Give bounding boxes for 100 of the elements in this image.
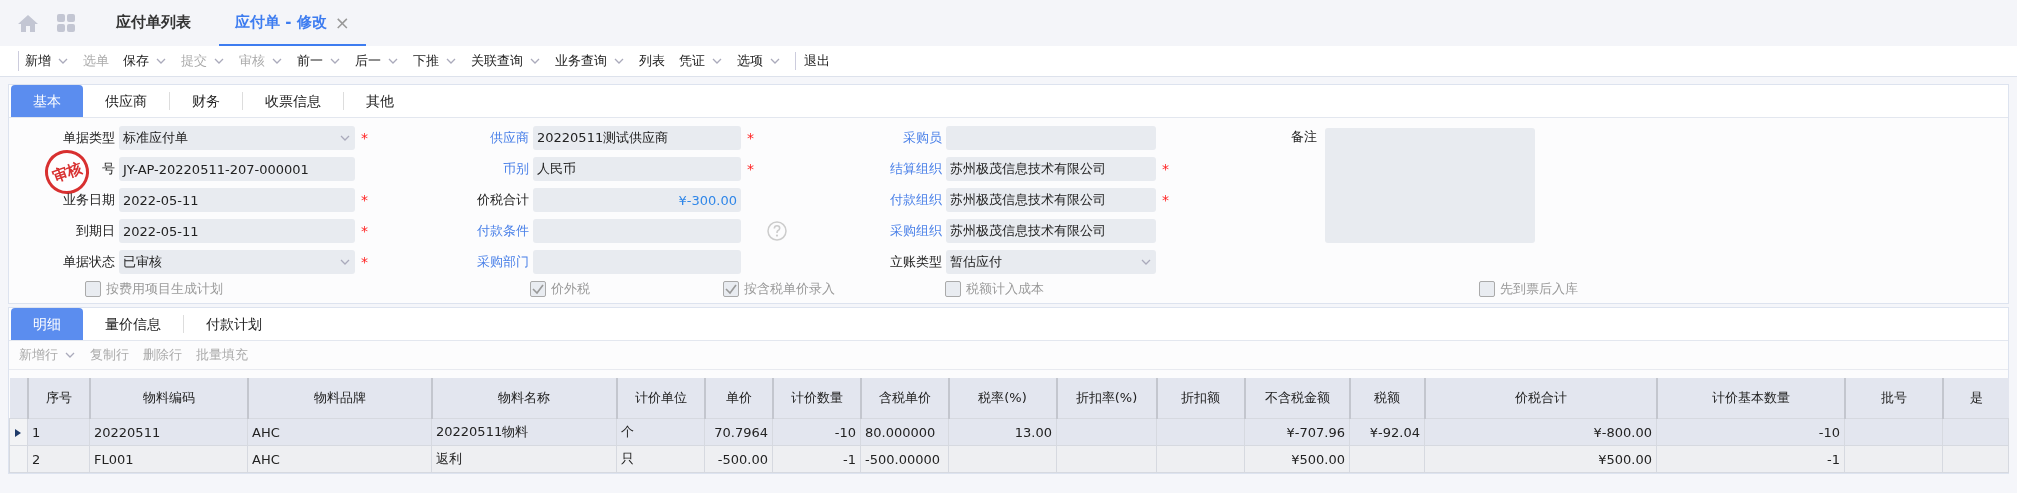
toolbar-button[interactable]: 后一 [355,52,381,70]
checkbox[interactable] [945,281,961,297]
tab[interactable]: 量价信息 [83,308,183,340]
input-field[interactable]: 人民币 [533,157,741,181]
required-mark: * [361,254,368,270]
column-header[interactable]: 税率(%) [948,378,1057,419]
checkbox[interactable] [1479,281,1495,297]
tab[interactable]: 供应商 [83,85,169,117]
table-cell: FL001 [89,445,248,473]
toolbar-button[interactable]: 业务查询 [555,52,607,70]
table-cell: -1 [1656,445,1845,473]
column-header[interactable]: 含税单价 [860,378,949,419]
column-header[interactable]: 是 [1942,378,2009,419]
table-cell: 70.7964 [704,418,773,446]
column-header[interactable]: 计价数量 [772,378,861,419]
input-field[interactable]: 20220511测试供应商 [533,126,741,150]
field-label: 单据状态 [63,254,115,269]
required-mark: * [361,192,368,208]
toolbar-button[interactable]: 保存 [123,52,149,70]
column-header[interactable]: 税额 [1349,378,1425,419]
column-header[interactable]: 物料编码 [89,378,248,419]
toolbar-button[interactable]: 关联查询 [471,52,523,70]
table-cell: ¥500.00 [1424,445,1657,473]
field-link[interactable]: 币别 [503,161,529,176]
field-label: 到期日 [76,223,115,238]
grid-icon[interactable] [56,13,78,33]
field-link[interactable]: 付款条件 [477,223,529,238]
column-header[interactable]: 计价基本数量 [1656,378,1845,419]
toolbar-button[interactable]: 下推 [413,52,439,70]
column-header[interactable]: 折扣额 [1156,378,1245,419]
checkbox[interactable] [723,281,739,297]
page-tab[interactable]: 应付单 - 修改 [235,12,327,32]
chevron-icon [339,133,351,143]
input-field[interactable]: 苏州极茂信息技术有限公司 [946,219,1156,243]
chevron-icon [1140,257,1152,267]
input-field[interactable]: 苏州极茂信息技术有限公司 [946,157,1156,181]
column-header[interactable]: 折扣率(%) [1056,378,1157,419]
home-icon[interactable] [17,13,39,33]
field-label: 价税合计 [477,192,529,207]
checkbox-label: 按费用项目生成计划 [106,280,223,298]
toolbar-button[interactable]: 凭证 [679,52,705,70]
column-header[interactable]: 不含税金额 [1244,378,1350,419]
table-cell: ¥-92.04 [1349,418,1425,446]
tab[interactable]: 付款计划 [184,308,284,340]
table-cell: 80.000000 [860,418,949,446]
column-header[interactable]: 计价单位 [616,378,705,419]
column-header[interactable]: 物料品牌 [247,378,432,419]
table-cell: ¥-707.96 [1244,418,1350,446]
table-cell: ¥-800.00 [1424,418,1657,446]
toolbar-button[interactable]: 选项 [737,52,763,70]
field-link[interactable]: 供应商 [490,130,529,145]
column-header[interactable]: 价税合计 [1424,378,1657,419]
chevron-icon [339,257,351,267]
checkbox-label: 价外税 [551,280,590,298]
field-link[interactable]: 采购组织 [890,223,942,238]
table-cell: 13.00 [948,418,1057,446]
column-header[interactable]: 单价 [704,378,773,419]
table-cell: 1 [27,418,90,446]
input-field[interactable]: 2022-05-11 [119,188,355,212]
table-cell: -500.00 [704,445,773,473]
column-header[interactable]: 物料名称 [431,378,617,419]
table-cell: AHC [247,445,432,473]
page-tab[interactable]: 应付单列表 [116,12,191,32]
required-mark: * [361,223,368,239]
table-cell: 只 [616,445,705,473]
toolbar-button[interactable]: 列表 [639,52,665,70]
toolbar-button[interactable]: 新增 [25,52,51,70]
input-field[interactable]: 2022-05-11 [119,219,355,243]
table-cell: -1 [772,445,861,473]
checkbox[interactable] [85,281,101,297]
toolbar-button[interactable]: 退出 [795,52,830,70]
required-mark: * [1162,161,1169,177]
input-field[interactable]: JY-AP-20220511-207-000001 [119,157,355,181]
toolbar-button[interactable]: 前一 [297,52,323,70]
field-link[interactable]: 付款组织 [890,192,942,207]
checkbox-label: 先到票后入库 [1500,280,1578,298]
tab[interactable]: 其他 [344,85,416,117]
select-field[interactable]: 暂估应付 [946,250,1156,274]
select-field[interactable]: 标准应付单 [119,126,355,150]
table-cell: 20220511 [89,418,248,446]
required-mark: * [361,130,368,146]
tab[interactable]: 财务 [170,85,242,117]
table-cell: 个 [616,418,705,446]
checkbox-label: 税额计入成本 [966,280,1044,298]
column-header[interactable]: 序号 [27,378,90,419]
field-link[interactable]: 采购部门 [477,254,529,269]
field-label: 备注 [1291,128,1317,146]
check-icon [531,282,545,296]
field-label: 单据类型 [63,130,115,145]
column-header[interactable]: 批号 [1844,378,1943,419]
required-mark: * [747,130,754,146]
checkbox[interactable] [530,281,546,297]
table-cell: -10 [772,418,861,446]
input-field[interactable]: 苏州极茂信息技术有限公司 [946,188,1156,212]
select-field[interactable]: 已审核 [119,250,355,274]
table-cell: AHC [247,418,432,446]
tab[interactable]: 收票信息 [243,85,343,117]
field-link[interactable]: 采购员 [903,130,942,145]
table-cell: ¥500.00 [1244,445,1350,473]
field-link[interactable]: 结算组织 [890,161,942,176]
